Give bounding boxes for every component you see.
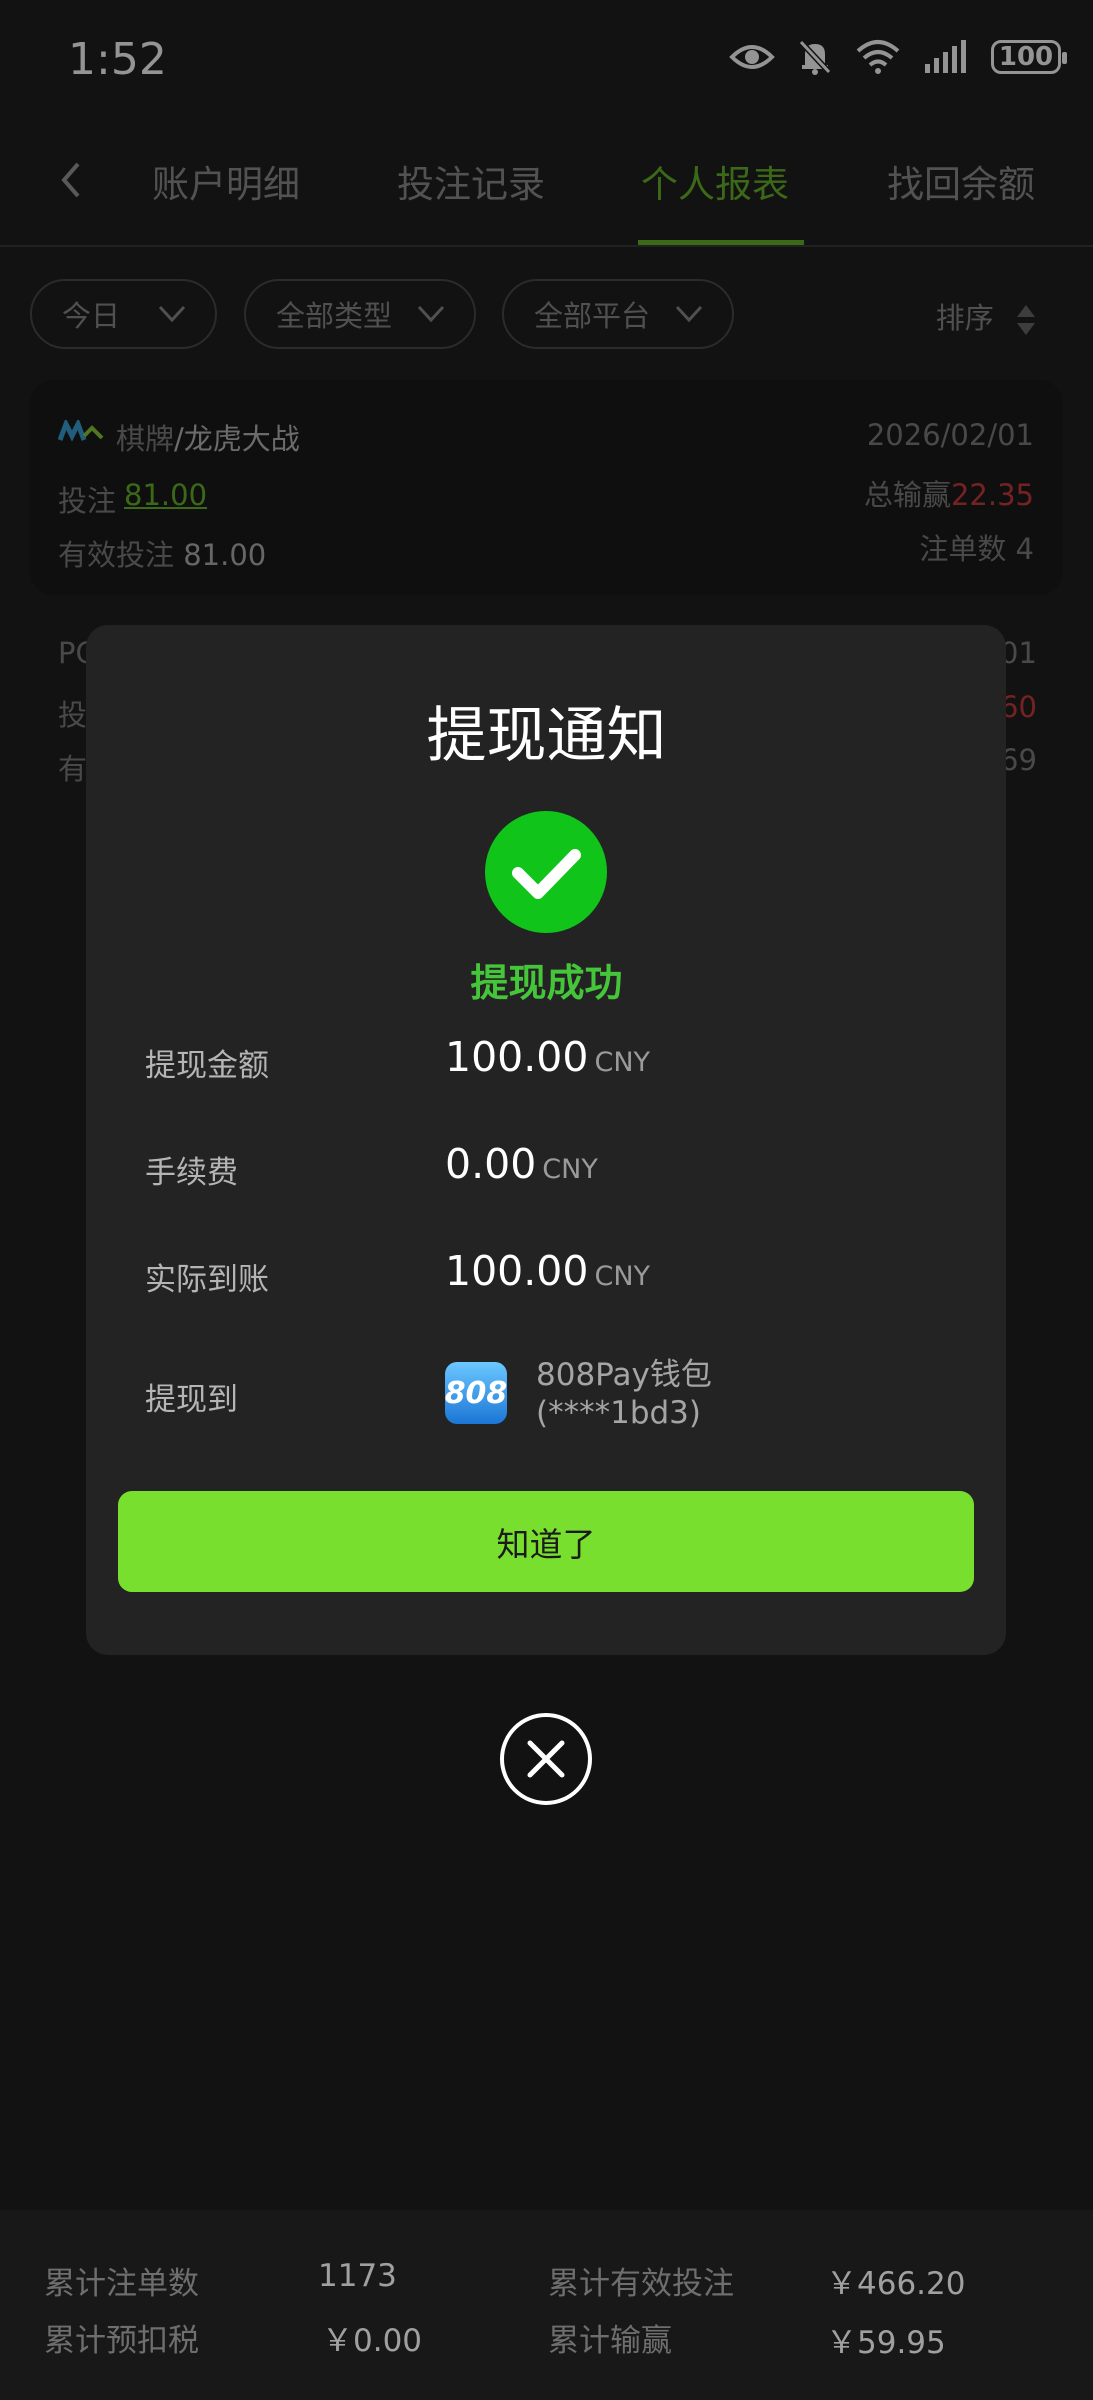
dialog-title: 提现通知 bbox=[426, 701, 667, 771]
received-value: 100.00 CNY bbox=[445, 1247, 650, 1295]
close-icon bbox=[527, 1740, 565, 1778]
wallet-account: (****1bd3) bbox=[536, 1395, 701, 1431]
amount-label: 提现金额 bbox=[145, 1048, 269, 1084]
summary-win-label: 累计输赢 bbox=[548, 2323, 672, 2359]
fee-label: 手续费 bbox=[145, 1155, 238, 1191]
wallet-logo-icon: 808 bbox=[445, 1362, 507, 1424]
summary-order-count-label: 累计注单数 bbox=[44, 2266, 199, 2302]
summary-tax-label: 累计预扣税 bbox=[44, 2323, 199, 2359]
summary-valid-bet: ￥466.20 bbox=[826, 2266, 966, 2302]
amount-unit: CNY bbox=[594, 1047, 651, 1078]
withdraw-status: 提现成功 bbox=[470, 961, 623, 1005]
success-check-icon bbox=[485, 811, 607, 933]
summary-valid-bet-label: 累计有效投注 bbox=[548, 2266, 734, 2302]
received-number: 100.00 bbox=[445, 1247, 589, 1295]
amount-value: 100.00 CNY bbox=[445, 1033, 650, 1081]
fee-unit: CNY bbox=[542, 1154, 598, 1185]
fee-number: 0.00 bbox=[445, 1140, 537, 1188]
got-it-button[interactable]: 知道了 bbox=[118, 1491, 974, 1592]
summary-footer bbox=[0, 2210, 1093, 2400]
summary-order-count: 1173 bbox=[318, 2258, 397, 2294]
summary-win: ￥59.95 bbox=[826, 2325, 946, 2361]
received-label: 实际到账 bbox=[145, 1262, 269, 1298]
fee-value: 0.00 CNY bbox=[445, 1140, 598, 1188]
wallet-name: 808Pay钱包 bbox=[536, 1357, 712, 1393]
amount-number: 100.00 bbox=[445, 1033, 589, 1081]
received-unit: CNY bbox=[594, 1261, 651, 1292]
summary-tax: ￥0.00 bbox=[322, 2323, 423, 2359]
close-dialog-button[interactable] bbox=[500, 1713, 592, 1805]
wallet-info: 808Pay钱包 (****1bd3) bbox=[536, 1356, 712, 1432]
withdraw-to-label: 提现到 bbox=[145, 1382, 238, 1418]
